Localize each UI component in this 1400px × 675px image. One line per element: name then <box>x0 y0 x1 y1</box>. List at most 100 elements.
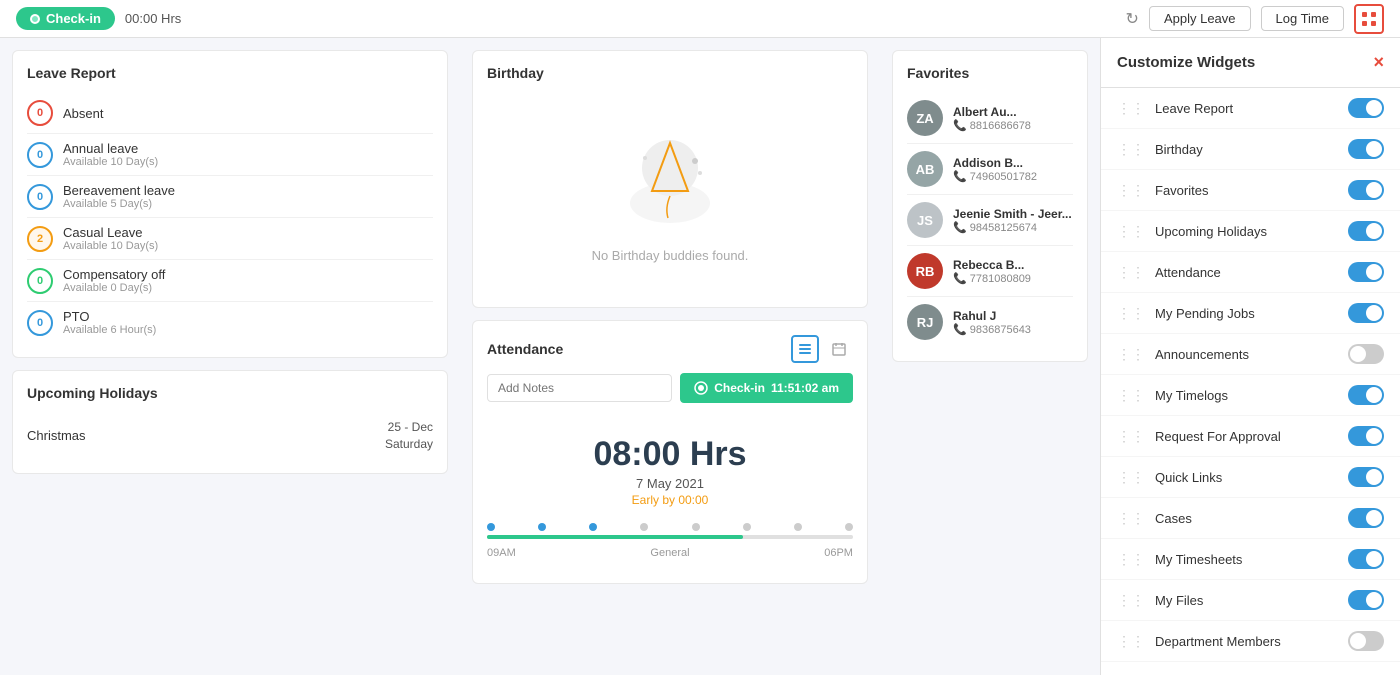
widget-toggle[interactable] <box>1348 631 1384 651</box>
customize-widgets-button[interactable] <box>1354 4 1384 34</box>
attendance-tab-calendar[interactable] <box>825 335 853 363</box>
widget-toggle[interactable] <box>1348 385 1384 405</box>
widget-toggle[interactable] <box>1348 98 1384 118</box>
leave-item: 0 Compensatory off Available 0 Day(s) <box>27 260 433 302</box>
avatar: RJ <box>907 304 943 340</box>
close-panel-button[interactable]: × <box>1373 52 1384 73</box>
leave-item: 0 Absent <box>27 93 433 134</box>
holiday-row: Christmas 25 - DecSaturday <box>27 413 433 459</box>
widget-row-left: ⋮⋮ Birthday <box>1117 141 1203 158</box>
widget-label: Request For Approval <box>1155 429 1281 444</box>
attendance-tab-list[interactable] <box>791 335 819 363</box>
topbar: Check-in 00:00 Hrs ↻ Apply Leave Log Tim… <box>0 0 1400 38</box>
widget-toggle[interactable] <box>1348 344 1384 364</box>
widget-row: ⋮⋮ Leave Report <box>1101 88 1400 129</box>
birthday-empty-text: No Birthday buddies found. <box>592 248 749 263</box>
checkin-action-button[interactable]: Check-in 11:51:02 am <box>680 373 853 403</box>
widget-toggle[interactable] <box>1348 303 1384 323</box>
drag-handle-icon[interactable]: ⋮⋮ <box>1117 141 1145 158</box>
timeline-start: 09AM <box>487 547 516 559</box>
favorites-item[interactable]: JS Jeenie Smith - Jeer... 📞 98458125674 <box>907 195 1073 246</box>
log-time-button[interactable]: Log Time <box>1261 6 1344 31</box>
widget-label: Attendance <box>1155 265 1221 280</box>
attendance-tabs <box>791 335 853 363</box>
checkin-button[interactable]: Check-in <box>16 7 115 30</box>
main-content: Leave Report 0 Absent 0 Annual leave Ava… <box>0 38 1400 675</box>
refresh-icon[interactable]: ↻ <box>1126 9 1139 29</box>
attendance-date: 7 May 2021 <box>487 476 853 491</box>
drag-handle-icon[interactable]: ⋮⋮ <box>1117 305 1145 322</box>
drag-handle-icon[interactable]: ⋮⋮ <box>1117 469 1145 486</box>
holiday-name: Christmas <box>27 428 86 443</box>
drag-handle-icon[interactable]: ⋮⋮ <box>1117 264 1145 281</box>
leave-badge: 0 <box>27 142 53 168</box>
widget-row-left: ⋮⋮ Request For Approval <box>1117 428 1281 445</box>
favorites-item[interactable]: RJ Rahul J 📞 9836875643 <box>907 297 1073 347</box>
widget-row-left: ⋮⋮ My Timesheets <box>1117 551 1242 568</box>
leave-name: Casual Leave <box>63 225 433 240</box>
widget-row: ⋮⋮ My Timelogs <box>1101 375 1400 416</box>
widget-toggle[interactable] <box>1348 180 1384 200</box>
widget-label: Announcements <box>1155 347 1249 362</box>
panel-title: Customize Widgets <box>1117 54 1255 71</box>
widget-label: Favorites <box>1155 183 1208 198</box>
drag-handle-icon[interactable]: ⋮⋮ <box>1117 592 1145 609</box>
timeline-bar-bg <box>487 535 853 539</box>
widget-toggle[interactable] <box>1348 549 1384 569</box>
toggle-knob <box>1366 182 1382 198</box>
upcoming-holidays-title: Upcoming Holidays <box>27 385 433 401</box>
favorites-card: Favorites ZA Albert Au... 📞 8816686678 A… <box>892 50 1088 362</box>
leave-name: Bereavement leave <box>63 183 433 198</box>
leave-info: Bereavement leave Available 5 Day(s) <box>63 183 433 210</box>
widget-label: Cases <box>1155 511 1192 526</box>
favorites-item[interactable]: ZA Albert Au... 📞 8816686678 <box>907 93 1073 144</box>
widget-toggle[interactable] <box>1348 426 1384 446</box>
widget-toggle[interactable] <box>1348 467 1384 487</box>
fav-phone: 📞 9836875643 <box>953 323 1073 336</box>
widget-row: ⋮⋮ Announcements <box>1101 334 1400 375</box>
widget-row-left: ⋮⋮ Upcoming Holidays <box>1117 223 1267 240</box>
leave-avail: Available 10 Day(s) <box>63 156 433 168</box>
drag-handle-icon[interactable]: ⋮⋮ <box>1117 551 1145 568</box>
left-column: Leave Report 0 Absent 0 Annual leave Ava… <box>0 38 460 675</box>
fav-phone: 📞 7781080809 <box>953 272 1073 285</box>
favorites-item[interactable]: AB Addison B... 📞 74960501782 <box>907 144 1073 195</box>
toggle-knob <box>1366 141 1382 157</box>
widget-toggle[interactable] <box>1348 262 1384 282</box>
drag-handle-icon[interactable]: ⋮⋮ <box>1117 387 1145 404</box>
toggle-knob <box>1366 510 1382 526</box>
fav-info: Rahul J 📞 9836875643 <box>953 309 1073 336</box>
widget-row: ⋮⋮ Department Members <box>1101 621 1400 662</box>
widget-label: My Files <box>1155 593 1203 608</box>
attendance-header: Attendance <box>487 335 853 363</box>
drag-handle-icon[interactable]: ⋮⋮ <box>1117 510 1145 527</box>
fav-phone: 📞 74960501782 <box>953 170 1073 183</box>
widget-toggle[interactable] <box>1348 590 1384 610</box>
drag-handle-icon[interactable]: ⋮⋮ <box>1117 346 1145 363</box>
widget-toggle[interactable] <box>1348 139 1384 159</box>
favorites-item[interactable]: RB Rebecca B... 📞 7781080809 <box>907 246 1073 297</box>
drag-handle-icon[interactable]: ⋮⋮ <box>1117 100 1145 117</box>
time-display: 08:00 Hrs 7 May 2021 Early by 00:00 <box>487 415 853 513</box>
widget-row-left: ⋮⋮ Leave Report <box>1117 100 1233 117</box>
apply-leave-button[interactable]: Apply Leave <box>1149 6 1251 31</box>
notes-input[interactable] <box>487 374 672 402</box>
leave-badge: 0 <box>27 100 53 126</box>
drag-handle-icon[interactable]: ⋮⋮ <box>1117 428 1145 445</box>
widget-row-left: ⋮⋮ Favorites <box>1117 182 1208 199</box>
widget-toggle[interactable] <box>1348 221 1384 241</box>
widget-row: ⋮⋮ Quick Links <box>1101 457 1400 498</box>
leave-scroll[interactable]: 0 Absent 0 Annual leave Available 10 Day… <box>27 93 433 343</box>
drag-handle-icon[interactable]: ⋮⋮ <box>1117 182 1145 199</box>
leave-avail: Available 6 Hour(s) <box>63 324 433 336</box>
favorites-list: ZA Albert Au... 📞 8816686678 AB Addison … <box>907 93 1073 347</box>
leave-item: 0 PTO Available 6 Hour(s) <box>27 302 433 343</box>
birthday-card: Birthday <box>472 50 868 308</box>
timeline-bar-fill <box>487 535 743 539</box>
leave-report-card: Leave Report 0 Absent 0 Annual leave Ava… <box>12 50 448 358</box>
widget-row-left: ⋮⋮ Attendance <box>1117 264 1221 281</box>
drag-handle-icon[interactable]: ⋮⋮ <box>1117 633 1145 650</box>
holiday-date: 25 - DecSaturday <box>385 419 433 453</box>
drag-handle-icon[interactable]: ⋮⋮ <box>1117 223 1145 240</box>
widget-toggle[interactable] <box>1348 508 1384 528</box>
